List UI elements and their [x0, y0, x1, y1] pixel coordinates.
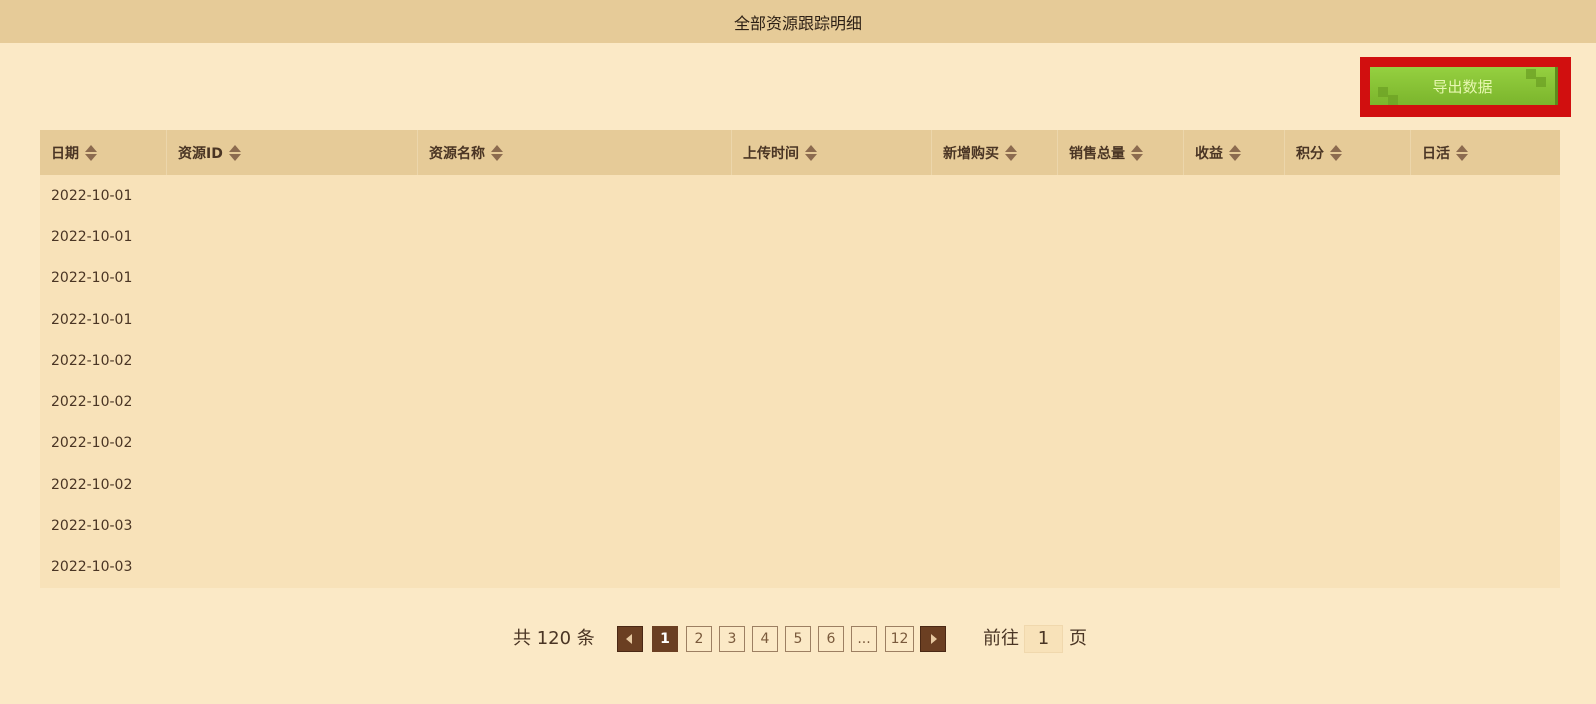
export-highlight-frame: 导出数据 [1360, 57, 1571, 117]
table-row: 2022-10-02 [40, 423, 1560, 464]
sort-icon[interactable] [1456, 144, 1468, 162]
sort-icon[interactable] [1005, 144, 1017, 162]
column-header-dau[interactable]: 日活 [1411, 130, 1560, 175]
sort-icon[interactable] [1229, 144, 1241, 162]
pagination: 共 120 条 1 2 3 4 5 6 ... 12 前往 1 页 [0, 625, 1596, 653]
export-data-button[interactable]: 导出数据 [1370, 67, 1558, 105]
page-title-bar: 全部资源跟踪明细 [0, 0, 1596, 43]
cell-date: 2022-10-02 [51, 476, 133, 493]
table-row: 2022-10-03 [40, 547, 1560, 588]
next-page-button[interactable] [920, 626, 946, 652]
page-button-5[interactable]: 5 [785, 626, 811, 652]
chevron-left-icon [626, 634, 632, 644]
chevron-right-icon [931, 634, 937, 644]
page-ellipsis[interactable]: ... [851, 626, 877, 652]
table-row: 2022-10-01 [40, 175, 1560, 216]
sort-icon[interactable] [228, 144, 241, 162]
page-button-6[interactable]: 6 [818, 626, 844, 652]
table-row: 2022-10-02 [40, 464, 1560, 505]
prev-page-button[interactable] [617, 626, 643, 652]
cell-date: 2022-10-02 [51, 394, 133, 411]
column-header-resource-id[interactable]: 资源ID [167, 130, 418, 175]
table-row: 2022-10-01 [40, 258, 1560, 299]
page-button-1[interactable]: 1 [652, 626, 678, 652]
button-texture [1526, 69, 1536, 79]
column-header-new-purchase[interactable]: 新增购买 [932, 130, 1058, 175]
cell-date: 2022-10-01 [51, 270, 133, 287]
cell-date: 2022-10-01 [51, 228, 133, 245]
page-title: 全部资源跟踪明细 [733, 13, 862, 33]
goto-suffix: 页 [1069, 628, 1087, 649]
export-data-label: 导出数据 [1432, 77, 1493, 96]
resource-table: 日期 资源ID 资源名称 上传时间 新增购买 销售总量 收益 积分 日活 202… [40, 130, 1560, 588]
goto-prefix: 前往 [983, 628, 1019, 649]
sort-icon[interactable] [1330, 144, 1342, 162]
sort-icon[interactable] [1131, 144, 1143, 162]
total-count: 共 120 条 [513, 628, 595, 649]
table-row: 2022-10-02 [40, 381, 1560, 422]
cell-date: 2022-10-03 [51, 559, 133, 576]
table-row: 2022-10-01 [40, 299, 1560, 340]
column-header-upload-time[interactable]: 上传时间 [732, 130, 932, 175]
cell-date: 2022-10-02 [51, 435, 133, 452]
cell-date: 2022-10-03 [51, 518, 133, 535]
sort-icon[interactable] [805, 144, 817, 162]
column-header-date[interactable]: 日期 [40, 130, 167, 175]
table-row: 2022-10-01 [40, 216, 1560, 257]
page-button-3[interactable]: 3 [719, 626, 745, 652]
button-texture [1378, 87, 1388, 97]
page-button-4[interactable]: 4 [752, 626, 778, 652]
column-header-points[interactable]: 积分 [1285, 130, 1411, 175]
table-row: 2022-10-03 [40, 505, 1560, 546]
cell-date: 2022-10-02 [51, 352, 133, 369]
button-texture [1536, 77, 1546, 87]
sort-icon[interactable] [85, 144, 97, 162]
page-button-2[interactable]: 2 [686, 626, 712, 652]
button-texture [1388, 95, 1398, 105]
sort-icon[interactable] [491, 144, 503, 162]
column-header-revenue[interactable]: 收益 [1184, 130, 1285, 175]
cell-date: 2022-10-01 [51, 311, 133, 328]
cell-date: 2022-10-01 [51, 187, 133, 204]
column-header-resource-name[interactable]: 资源名称 [418, 130, 732, 175]
page-button-12[interactable]: 12 [885, 626, 914, 652]
column-header-total-sales[interactable]: 销售总量 [1058, 130, 1184, 175]
table-row: 2022-10-02 [40, 340, 1560, 381]
goto-page-input[interactable]: 1 [1024, 625, 1063, 653]
table-header: 日期 资源ID 资源名称 上传时间 新增购买 销售总量 收益 积分 日活 [40, 130, 1560, 175]
table-body: 2022-10-01 2022-10-01 2022-10-01 2022-10… [40, 175, 1560, 588]
